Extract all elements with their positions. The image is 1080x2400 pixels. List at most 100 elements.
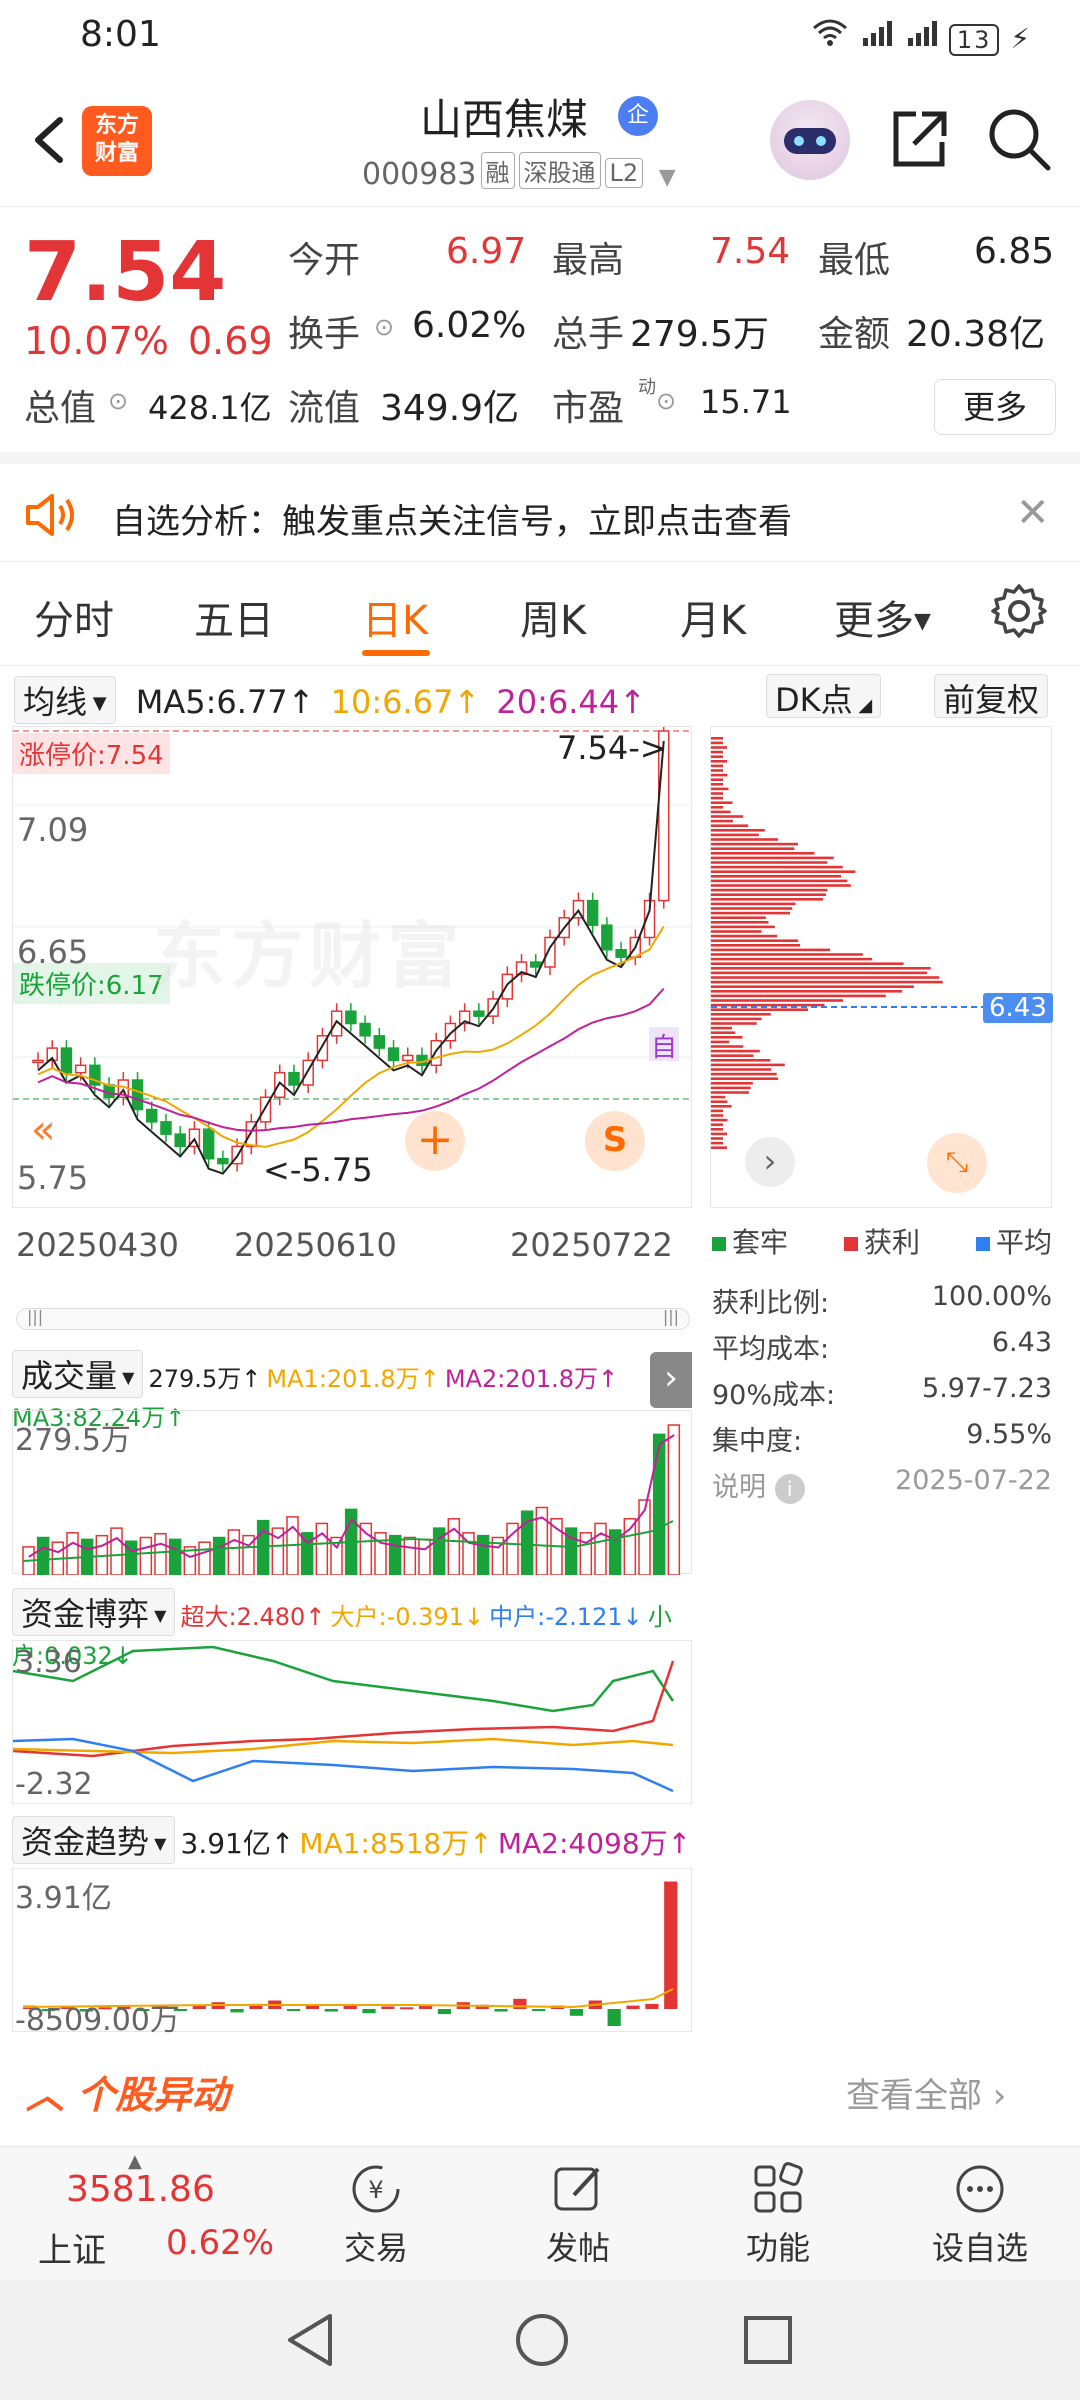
index-pct: 0.62%	[166, 2223, 275, 2263]
chip-bar	[711, 1114, 723, 1117]
ma-dropdown[interactable]: 均线 ▼	[14, 676, 116, 724]
plus-icon[interactable]: +	[405, 1111, 465, 1171]
info-icon[interactable]: ⊙	[374, 313, 394, 341]
app-logo[interactable]: 东方 财富	[82, 106, 152, 176]
tab-weekly-k[interactable]: 周K	[520, 588, 586, 646]
nav-trade[interactable]: ¥ 交易	[316, 2161, 436, 2269]
status-icons: 13 ⚡	[812, 18, 1032, 56]
chip-bar	[711, 1063, 785, 1067]
edit-icon	[554, 2167, 600, 2211]
current-price: 7.54	[24, 225, 227, 320]
chip-bar	[711, 994, 886, 998]
trend-bar	[494, 2009, 508, 2012]
s-signal-icon[interactable]: S	[585, 1111, 645, 1171]
expand-icon[interactable]: ⤡	[927, 1133, 987, 1193]
limit-up-label: 涨停价:7.54	[13, 733, 170, 774]
chip-bar	[711, 1082, 753, 1085]
chip-bar	[711, 1049, 760, 1053]
capital-dropdown[interactable]: 资金博弈 ▼	[12, 1588, 176, 1636]
chip-bar	[711, 1036, 743, 1039]
dk-point-button[interactable]: DK点 ◢	[766, 674, 882, 719]
capital-chart[interactable]: 3.36 -2.32	[12, 1640, 692, 1804]
chip-bar	[711, 741, 723, 745]
chip-note-date: 2025-07-22	[895, 1465, 1052, 1496]
candle	[501, 973, 514, 1000]
tab-more[interactable]: 更多▼	[834, 588, 931, 646]
double-left-icon[interactable]: «	[31, 1107, 55, 1153]
volume-bar	[212, 1536, 226, 1576]
chevron-right-icon[interactable]: ›	[650, 1352, 692, 1408]
movement-row[interactable]: ︿ 个股异动 查看全部 ›	[0, 2046, 1080, 2146]
info-icon[interactable]: ⊙	[656, 387, 676, 415]
chip-bar	[711, 760, 728, 763]
trend-bar	[645, 2003, 659, 2009]
view-all-label: 查看全部	[846, 2076, 982, 2116]
chip-note-row[interactable]: 说明 i 2025-07-22	[712, 1465, 1052, 1511]
drag-handle-right[interactable]: |||	[663, 1307, 679, 1326]
trend-chart[interactable]: 3.91亿 -8509.00万	[12, 1868, 692, 2038]
chip-bar	[711, 778, 723, 781]
charging-icon: ⚡	[1010, 22, 1032, 55]
home-circle-icon[interactable]	[512, 2310, 572, 2374]
info-icon[interactable]: ⊙	[108, 387, 128, 415]
caret-down-icon[interactable]: ▼	[659, 165, 676, 190]
volume-dropdown[interactable]: 成交量 ▼	[12, 1350, 144, 1398]
chip-bar	[711, 1068, 772, 1071]
capital-header: 资金博弈 ▼ 超大:2.480↑ 大户:-0.391↓ 中户:-2.121↓ 小…	[12, 1588, 692, 1670]
chip-bar	[711, 1054, 754, 1057]
tab-daily-k[interactable]: 日K	[362, 588, 428, 646]
tab-five-day[interactable]: 五日	[194, 588, 274, 646]
date-label-2: 20250610	[234, 1226, 397, 1264]
back-button[interactable]	[24, 100, 74, 180]
volume-ma1: MA1:201.8万	[266, 1365, 420, 1393]
view-all-link[interactable]: 查看全部 ›	[846, 2068, 1006, 2117]
chip-bar	[711, 801, 733, 804]
candle	[217, 1157, 229, 1165]
chip-row-value: 9.55%	[966, 1419, 1052, 1450]
grid-icon	[754, 2162, 803, 2213]
drag-handle-left[interactable]: |||	[27, 1307, 43, 1326]
legend-trapped-label: 套牢	[732, 1226, 789, 1259]
tab-intraday[interactable]: 分时	[34, 588, 114, 646]
more-quote-button[interactable]: 更多	[934, 379, 1056, 435]
search-button[interactable]	[986, 106, 1052, 172]
adjust-button[interactable]: 前复权	[934, 674, 1049, 719]
chip-bar	[711, 838, 778, 841]
nav-add-watchlist[interactable]: 设自选	[920, 2161, 1040, 2269]
nav-functions[interactable]: 功能	[718, 2161, 838, 2269]
chip-row-profit-ratio: 获利比例: 100.00%	[712, 1281, 1052, 1327]
ma20-value: 20:6.44	[496, 683, 620, 721]
chip-bar	[711, 921, 769, 924]
wifi-icon	[812, 19, 859, 55]
volume-chart[interactable]: 279.5万	[12, 1410, 692, 1576]
chip-bar	[711, 842, 798, 846]
chip-bar	[711, 999, 844, 1002]
assistant-robot-icon[interactable]	[770, 100, 850, 180]
settings-button[interactable]	[990, 582, 1048, 644]
chip-distribution[interactable]: 6.43 › ⤡	[710, 726, 1053, 1208]
trend-title: 资金趋势	[21, 1823, 150, 1861]
logo-text-1: 东方	[94, 113, 139, 138]
trend-bar	[437, 2009, 452, 2015]
low-marker: <-5.75	[263, 1151, 373, 1189]
chevron-right-icon[interactable]: ›	[745, 1137, 795, 1187]
chip-bar	[711, 783, 723, 786]
close-icon[interactable]: ✕	[1016, 490, 1050, 536]
share-button[interactable]	[886, 106, 952, 172]
back-triangle-icon[interactable]	[282, 2310, 338, 2374]
enterprise-badge[interactable]: 企	[618, 96, 658, 136]
chip-bar	[711, 1091, 750, 1094]
chip-bar	[711, 796, 723, 800]
nav-post[interactable]: 发帖	[518, 2161, 638, 2269]
index-widget[interactable]: ▲ 3581.86 上证 0.62%	[0, 2147, 274, 2281]
kline-chart[interactable]: 涨停价:7.54 跌停价:6.17 7.09 6.65 5.75 7.54-> …	[12, 723, 693, 1208]
chart-range-scrollbar[interactable]: ||| |||	[16, 1307, 690, 1330]
recents-square-icon[interactable]	[742, 2314, 794, 2370]
info-icon[interactable]: i	[774, 1474, 805, 1504]
trend-dropdown[interactable]: 资金趋势 ▼	[12, 1816, 176, 1864]
trend-bar	[362, 2009, 376, 2014]
analysis-notice[interactable]: 自选分析：触发重点关注信号，立即点击查看 ✕	[0, 452, 1080, 562]
chip-bar	[711, 861, 828, 864]
tab-monthly-k[interactable]: 月K	[680, 588, 746, 646]
candle	[473, 1010, 485, 1017]
